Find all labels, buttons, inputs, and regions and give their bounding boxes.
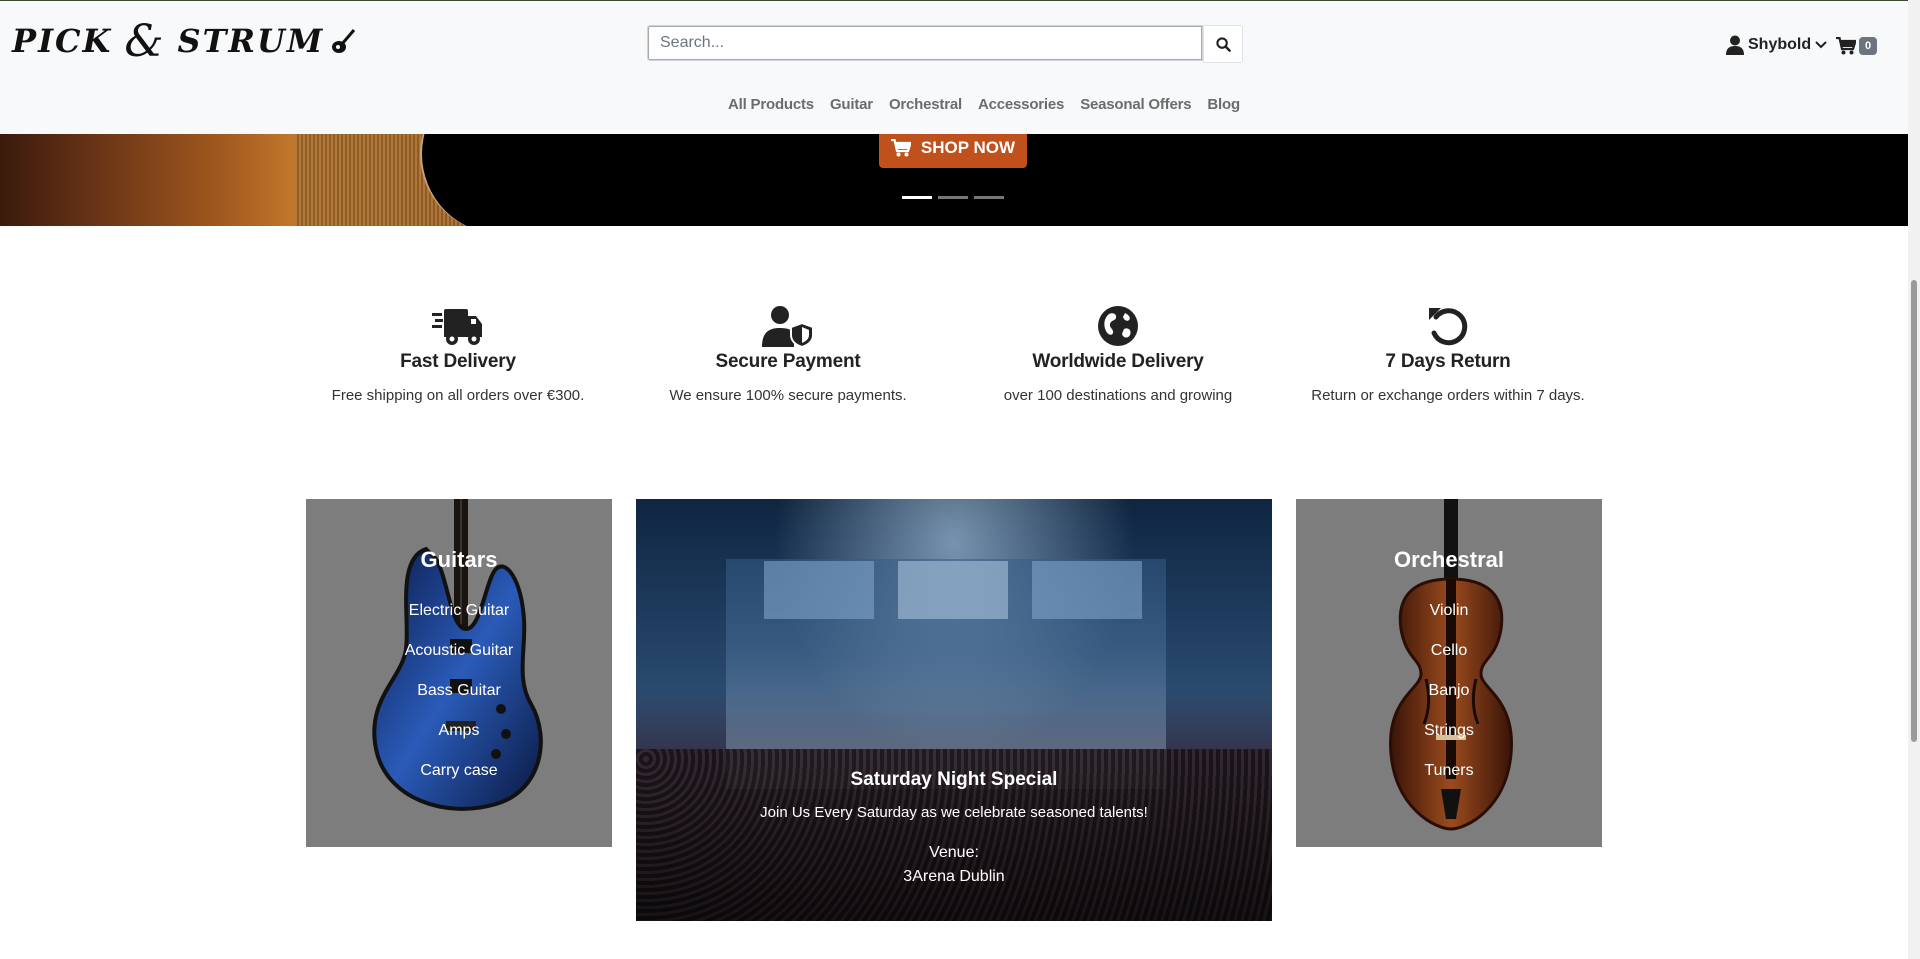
guitar-pick-logo-icon — [332, 29, 356, 53]
category-title: Orchestral — [1393, 547, 1505, 572]
hero-guitar-image — [0, 134, 582, 226]
search-input[interactable] — [647, 25, 1203, 61]
rotate-left-icon — [1429, 308, 1468, 346]
feature-worldwide-delivery: Worldwide Delivery over 100 destinations… — [958, 305, 1278, 404]
feature-text: We ensure 100% secure payments. — [669, 387, 907, 404]
feature-7-days-return: 7 Days Return Return or exchange orders … — [1288, 305, 1608, 404]
nav-orchestral[interactable]: Orchestral — [889, 96, 962, 113]
logo-text-right: STRUM — [177, 22, 325, 60]
site-header: PICK & STRUM Shybold — [0, 1, 1908, 134]
event-title: Saturday Night Special — [850, 769, 1058, 790]
category-link-tuners[interactable]: Tuners — [1296, 761, 1602, 801]
nav-blog[interactable]: Blog — [1207, 96, 1240, 113]
category-list: Violin Cello Banjo Strings Tuners — [1296, 601, 1602, 801]
scrollbar-thumb[interactable] — [1911, 280, 1917, 742]
truck-fast-icon — [432, 309, 482, 345]
globe-icon — [1098, 306, 1138, 346]
nav-guitar[interactable]: Guitar — [830, 96, 873, 113]
category-card-orchestral[interactable]: Orchestral Violin Cello Banjo Strings Tu… — [1296, 499, 1602, 847]
nav-all-products[interactable]: All Products — [728, 96, 814, 113]
category-link-banjo[interactable]: Banjo — [1296, 681, 1602, 721]
feature-title: Worldwide Delivery — [1032, 351, 1204, 372]
nav-seasonal-offers[interactable]: Seasonal Offers — [1080, 96, 1191, 113]
cart-button[interactable]: 0 — [1836, 37, 1878, 55]
category-card-guitars[interactable]: Guitars Electric Guitar Acoustic Guitar … — [306, 499, 612, 847]
feature-text: over 100 destinations and growing — [1003, 387, 1233, 404]
page-scrollbar[interactable] — [1908, 0, 1920, 959]
feature-title: 7 Days Return — [1385, 351, 1511, 372]
feature-title: Secure Payment — [715, 351, 861, 372]
carousel-indicator-1[interactable] — [902, 196, 932, 199]
main-nav: All Products Guitar Orchestral Accessori… — [728, 96, 1240, 113]
shop-now-button[interactable]: SHOP NOW — [879, 134, 1027, 168]
category-link-strings[interactable]: Strings — [1296, 721, 1602, 761]
category-link-bass-guitar[interactable]: Bass Guitar — [306, 681, 612, 721]
category-title: Guitars — [420, 547, 498, 572]
user-shield-icon — [762, 306, 814, 347]
site-logo[interactable]: PICK & STRUM — [12, 16, 356, 67]
category-link-acoustic-guitar[interactable]: Acoustic Guitar — [306, 641, 612, 681]
user-icon — [1726, 35, 1744, 55]
search-bar — [647, 25, 1243, 63]
nav-accessories[interactable]: Accessories — [978, 96, 1064, 113]
chevron-down-icon — [1815, 41, 1827, 49]
cart-icon — [1836, 37, 1856, 55]
carousel-indicator-3[interactable] — [974, 196, 1004, 199]
category-link-violin[interactable]: Violin — [1296, 601, 1602, 641]
event-venue-label: Venue: — [929, 844, 979, 861]
logo-text-left: PICK — [12, 22, 113, 60]
feature-title: Fast Delivery — [400, 351, 516, 372]
feature-text: Free shipping on all orders over €300. — [331, 387, 585, 404]
event-description: Join Us Every Saturday as we celebrate s… — [760, 804, 1148, 821]
carousel-indicators — [902, 196, 1004, 199]
hero-carousel: SHOP NOW — [0, 134, 1908, 226]
feature-secure-payment: Secure Payment We ensure 100% secure pay… — [628, 305, 948, 404]
category-link-electric-guitar[interactable]: Electric Guitar — [306, 601, 612, 641]
category-link-amps[interactable]: Amps — [306, 721, 612, 761]
shop-now-label: SHOP NOW — [920, 138, 1016, 157]
event-banner-card[interactable]: Saturday Night Special Join Us Every Sat… — [636, 499, 1272, 921]
search-icon — [1215, 36, 1231, 52]
cart-icon — [890, 139, 911, 157]
category-link-carry-case[interactable]: Carry case — [306, 761, 612, 801]
search-button[interactable] — [1203, 25, 1243, 63]
logo-ampersand: & — [124, 15, 166, 67]
carousel-indicator-2[interactable] — [938, 196, 968, 199]
feature-fast-delivery: Fast Delivery Free shipping on all order… — [298, 305, 618, 404]
cart-count-badge: 0 — [1859, 37, 1878, 55]
category-link-cello[interactable]: Cello — [1296, 641, 1602, 681]
user-name: Shybold — [1748, 36, 1812, 53]
user-menu[interactable]: Shybold — [1726, 35, 1827, 55]
category-list: Electric Guitar Acoustic Guitar Bass Gui… — [306, 601, 612, 801]
feature-text: Return or exchange orders within 7 days. — [1311, 387, 1585, 404]
event-venue: 3Arena Dublin — [903, 868, 1005, 885]
